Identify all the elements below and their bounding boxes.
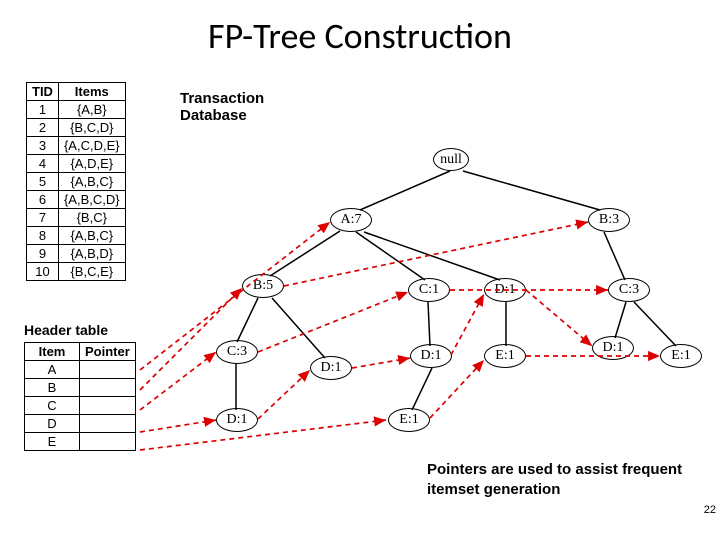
table-row: E	[25, 433, 136, 451]
txn-header-tid: TID	[27, 83, 59, 101]
table-row: 7{B,C}	[27, 209, 126, 227]
table-row: 4{A,D,E}	[27, 155, 126, 173]
table-row: C	[25, 397, 136, 415]
tree-node-null: null	[433, 148, 469, 171]
page-title: FP-Tree Construction	[0, 14, 720, 58]
tree-node-e1c: E:1	[660, 344, 702, 368]
tree-node-d1e: D:1	[216, 408, 258, 432]
tree-node-b3: B:3	[588, 208, 630, 232]
footer-note: Pointers are used to assist frequent ite…	[427, 460, 720, 501]
table-row: 5{A,B,C}	[27, 173, 126, 191]
tree-node-e1a: E:1	[484, 344, 526, 368]
tree-node-c3b: C:3	[608, 278, 650, 302]
txn-header-items: Items	[58, 83, 125, 101]
transaction-label: Transaction Database	[180, 90, 264, 124]
transaction-table: TID Items 1{A,B}2{B,C,D}3{A,C,D,E}4{A,D,…	[26, 82, 126, 281]
slide-number: 22	[704, 504, 716, 516]
table-row: 9{A,B,D}	[27, 245, 126, 263]
tree-node-d1b: D:1	[310, 356, 352, 380]
table-row: B	[25, 379, 136, 397]
tree-node-b5: B:5	[242, 274, 284, 298]
header-table-caption: Header table	[24, 322, 108, 338]
table-row: 1{A,B}	[27, 101, 126, 119]
tree-node-d1d: D:1	[592, 336, 634, 360]
table-row: 6{A,B,C,D}	[27, 191, 126, 209]
table-row: 2{B,C,D}	[27, 119, 126, 137]
tree-node-d1a: D:1	[484, 278, 526, 302]
table-row: A	[25, 361, 136, 379]
tree-node-c1a: C:1	[408, 278, 450, 302]
header-table-col-pointer: Pointer	[80, 343, 136, 361]
table-row: D	[25, 415, 136, 433]
tree-node-d1c: D:1	[410, 344, 452, 368]
header-table-col-item: Item	[25, 343, 80, 361]
header-table: Item Pointer ABCDE	[24, 342, 136, 451]
table-row: 8{A,B,C}	[27, 227, 126, 245]
tree-node-a7: A:7	[330, 208, 372, 232]
tree-node-c3a: C:3	[216, 340, 258, 364]
table-row: 3{A,C,D,E}	[27, 137, 126, 155]
table-row: 10{B,C,E}	[27, 263, 126, 281]
tree-node-e1b: E:1	[388, 408, 430, 432]
